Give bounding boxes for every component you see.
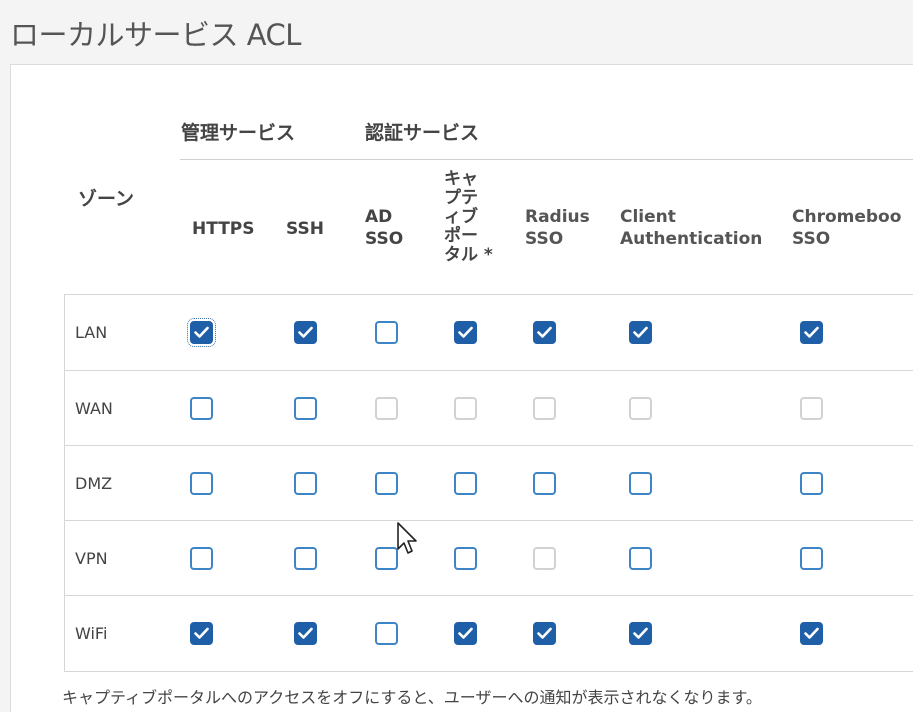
zone-column-header: ゾーン [78, 188, 135, 210]
checkmark-icon [298, 326, 313, 338]
column-header-client-auth: Client Authentication [620, 206, 762, 250]
checkbox-vpn-ad-sso[interactable] [375, 547, 398, 570]
checkmark-icon [194, 326, 209, 338]
checkmark-icon [804, 326, 819, 338]
zone-label: DMZ [75, 474, 113, 493]
group-divider [180, 159, 913, 160]
column-header-ad-sso-line2: SSO [365, 229, 404, 249]
checkmark-icon [633, 326, 648, 338]
checkbox-lan-ad-sso[interactable] [375, 321, 398, 344]
checkbox-wifi-ssh[interactable] [294, 622, 317, 645]
captive-portal-footnote: キャプティブポータルへのアクセスをオフにすると、ユーザーへの通知が表示されなくな… [62, 688, 762, 707]
checkbox-lan-ssh[interactable] [294, 321, 317, 344]
checkbox-wan-ad-sso [375, 397, 398, 420]
checkbox-wifi-ad-sso[interactable] [375, 622, 398, 645]
column-header-ad-sso: AD SSO [365, 206, 403, 250]
column-header-https: HTTPS [192, 219, 255, 239]
column-header-ad-sso-line1: AD [365, 207, 393, 227]
checkbox-wan-chromebook-sso [800, 397, 823, 420]
checkbox-vpn-https[interactable] [190, 547, 213, 570]
checkmark-icon [458, 627, 473, 639]
checkbox-vpn-captive-portal[interactable] [454, 547, 477, 570]
zone-label: WiFi [75, 624, 108, 643]
checkmark-icon [537, 326, 552, 338]
checkbox-dmz-chromebook-sso[interactable] [800, 472, 823, 495]
checkmark-icon [194, 627, 209, 639]
column-header-chrome-line2: SSO [792, 229, 831, 249]
group-header-management: 管理サービス [181, 122, 296, 144]
checkmark-icon [804, 627, 819, 639]
acl-table: LAN WAN DMZ VPN WiFi [64, 294, 913, 672]
checkbox-lan-https[interactable] [187, 318, 216, 347]
column-header-chrome-line1: Chromeboo [792, 207, 902, 227]
zone-label: LAN [75, 323, 108, 342]
group-header-auth: 認証サービス [365, 122, 480, 144]
checkbox-lan-captive-portal[interactable] [454, 321, 477, 344]
column-header-chromebook-sso: Chromeboo SSO [792, 206, 901, 250]
checkbox-lan-chromebook-sso[interactable] [800, 321, 823, 344]
checkbox-dmz-ssh[interactable] [294, 472, 317, 495]
checkbox-vpn-ssh[interactable] [294, 547, 317, 570]
checkbox-wifi-chromebook-sso[interactable] [800, 622, 823, 645]
column-header-client-line1: Client [620, 207, 676, 227]
checkbox-wifi-captive-portal[interactable] [454, 622, 477, 645]
checkmark-icon [458, 326, 473, 338]
column-header-ssh: SSH [286, 219, 324, 239]
checkbox-dmz-radius-sso[interactable] [533, 472, 556, 495]
checkbox-wifi-https[interactable] [190, 622, 213, 645]
page-title: ローカルサービス ACL [10, 18, 301, 52]
table-row: VPN [65, 520, 913, 595]
checkbox-wan-radius-sso [533, 397, 556, 420]
table-row: LAN [65, 295, 913, 370]
mouse-cursor-icon [397, 522, 417, 554]
checkbox-dmz-https[interactable] [190, 472, 213, 495]
checkbox-lan-client-auth[interactable] [629, 321, 652, 344]
column-header-radius-sso: Radius SSO [525, 206, 590, 250]
checkbox-lan-radius-sso[interactable] [533, 321, 556, 344]
checkmark-icon [298, 627, 313, 639]
zone-label: VPN [75, 549, 108, 568]
checkmark-icon [633, 627, 648, 639]
checkbox-dmz-ad-sso[interactable] [375, 472, 398, 495]
zone-label: WAN [75, 399, 113, 418]
checkbox-wan-ssh[interactable] [294, 397, 317, 420]
checkbox-wan-captive-portal [454, 397, 477, 420]
checkbox-wifi-radius-sso[interactable] [533, 622, 556, 645]
checkmark-icon [537, 627, 552, 639]
checkbox-wan-https[interactable] [190, 397, 213, 420]
column-header-radius-line1: Radius [525, 207, 590, 227]
column-header-captive-portal: キャ プテ ィブ ポー タル * [444, 169, 493, 265]
table-row: WAN [65, 370, 913, 445]
column-header-radius-line2: SSO [525, 229, 564, 249]
checkbox-wifi-client-auth[interactable] [629, 622, 652, 645]
checkbox-wan-client-auth [629, 397, 652, 420]
checkbox-vpn-chromebook-sso[interactable] [800, 547, 823, 570]
checkbox-vpn-client-auth[interactable] [629, 547, 652, 570]
checkbox-dmz-captive-portal[interactable] [454, 472, 477, 495]
column-header-client-line2: Authentication [620, 229, 763, 249]
checkbox-vpn-radius-sso [533, 547, 556, 570]
table-row: WiFi [65, 595, 913, 670]
checkbox-dmz-client-auth[interactable] [629, 472, 652, 495]
table-row: DMZ [65, 445, 913, 520]
